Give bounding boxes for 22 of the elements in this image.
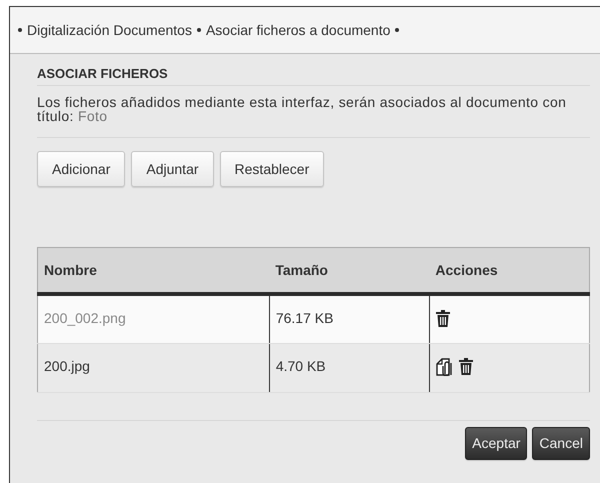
column-header: Tamaño [269,248,430,294]
toolbar-button[interactable]: Adjuntar [131,151,214,187]
file-name-cell: 200_002.png [38,294,270,343]
breadcrumb-link[interactable]: Digitalización Documentos [27,22,192,38]
attachment-icon[interactable] [436,358,453,376]
toolbar-button[interactable]: Adicionar [37,151,126,187]
bullet-icon [18,28,22,32]
file-name-cell: 200.jpg [38,343,270,392]
dialog-button[interactable]: Cancel [532,426,590,460]
bullet-icon [196,28,201,32]
toolbar-button[interactable]: Restablecer [220,151,324,187]
column-header: Acciones [429,248,590,294]
trash-icon[interactable] [436,310,450,327]
description-text: Los ficheros añadidos mediante esta interfaz, serán asociados al documento con título: Foto [37,95,590,138]
section-title: ASOCIAR FICHEROS [37,66,590,86]
bullet-icon [395,28,400,32]
trash-icon[interactable] [458,358,473,374]
file-size-cell: 4.70 KB [269,343,430,392]
dialog-button[interactable]: Aceptar [465,426,528,460]
breadcrumb-link[interactable]: Asociar ficheros a documento [206,22,390,38]
file-size-cell: 76.17 KB [269,294,430,343]
column-header: Nombre [38,248,270,294]
